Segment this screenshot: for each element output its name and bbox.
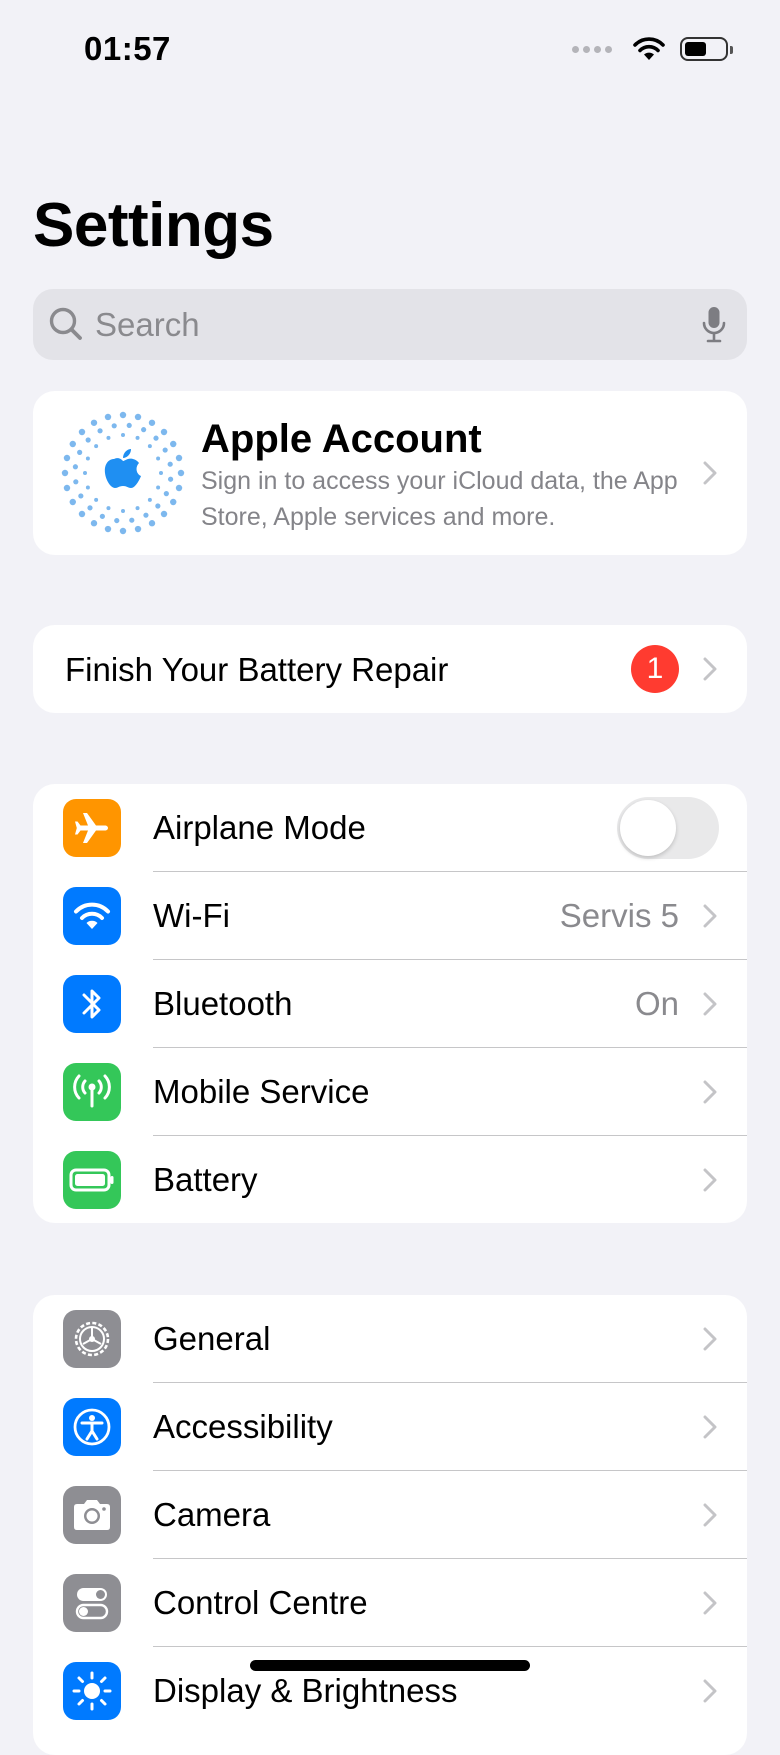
settings-row-battery[interactable]: Battery [33,1136,747,1223]
settings-row-airplane-mode[interactable]: Airplane Mode [33,784,747,872]
wifi-status-icon [633,37,665,60]
notification-badge: 1 [631,645,679,693]
settings-row-wifi[interactable]: Wi-Fi Servis 5 [33,872,747,960]
account-title: Apple Account [201,417,482,461]
status-icons [572,36,733,62]
chevron-right-icon [703,1415,717,1439]
camera-label: Camera [153,1496,271,1533]
chevron-right-icon [703,461,717,485]
chevron-right-icon [703,1168,717,1192]
bluetooth-status-value: On [634,985,679,1022]
wifi-network-value: Servis 5 [559,897,679,934]
chevron-right-icon [703,1591,717,1615]
control-centre-label: Control Centre [153,1584,368,1621]
bluetooth-icon [63,975,121,1033]
chevron-right-icon [703,992,717,1016]
airplane-icon [63,799,121,857]
mobile-service-label: Mobile Service [153,1073,370,1110]
accessibility-icon [63,1398,121,1456]
apple-account-card[interactable]: Apple Account Sign in to access your iCl… [33,391,747,555]
status-bar: 01:57 [0,0,780,100]
chevron-right-icon [703,1080,717,1104]
battery-repair-card[interactable]: Finish Your Battery Repair 1 [33,625,747,713]
chevron-right-icon [703,904,717,928]
brightness-icon [63,1662,121,1720]
general-label: General [153,1320,271,1357]
settings-row-camera[interactable]: Camera [33,1471,747,1559]
general-group: General Accessibility Camera Control Cen… [33,1295,747,1755]
page-title: Settings [33,191,274,260]
wifi-icon [63,887,121,945]
apple-account-avatar-icon [61,411,185,535]
camera-icon [63,1486,121,1544]
airplane-mode-label: Airplane Mode [153,809,366,846]
accessibility-label: Accessibility [153,1408,333,1445]
settings-row-control-centre[interactable]: Control Centre [33,1559,747,1647]
search-icon [49,307,82,340]
gear-icon [63,1310,121,1368]
battery-status-icon [680,37,733,61]
bluetooth-label: Bluetooth [153,985,293,1022]
home-indicator[interactable] [250,1660,530,1671]
search-bar[interactable] [33,289,747,360]
cellular-signal-icon [572,45,612,53]
battery-repair-label: Finish Your Battery Repair [65,651,449,688]
display-brightness-label: Display & Brightness [153,1672,458,1709]
connectivity-group: Airplane Mode Wi-Fi Servis 5 Bluetooth O… [33,784,747,1223]
microphone-icon[interactable] [701,305,727,345]
toggles-icon [63,1574,121,1632]
search-input[interactable] [95,297,675,352]
antenna-icon [63,1063,121,1121]
chevron-right-icon [703,657,717,681]
settings-row-accessibility[interactable]: Accessibility [33,1383,747,1471]
battery-icon [63,1151,121,1209]
settings-row-general[interactable]: General [33,1295,747,1383]
settings-row-mobile-service[interactable]: Mobile Service [33,1048,747,1136]
airplane-mode-toggle[interactable] [617,797,719,859]
status-time: 01:57 [84,30,171,67]
settings-row-bluetooth[interactable]: Bluetooth On [33,960,747,1048]
chevron-right-icon [703,1679,717,1703]
chevron-right-icon [703,1503,717,1527]
battery-label: Battery [153,1161,258,1198]
wifi-label: Wi-Fi [153,897,230,934]
account-subtitle: Sign in to access your iCloud data, the … [201,467,678,531]
chevron-right-icon [703,1327,717,1351]
